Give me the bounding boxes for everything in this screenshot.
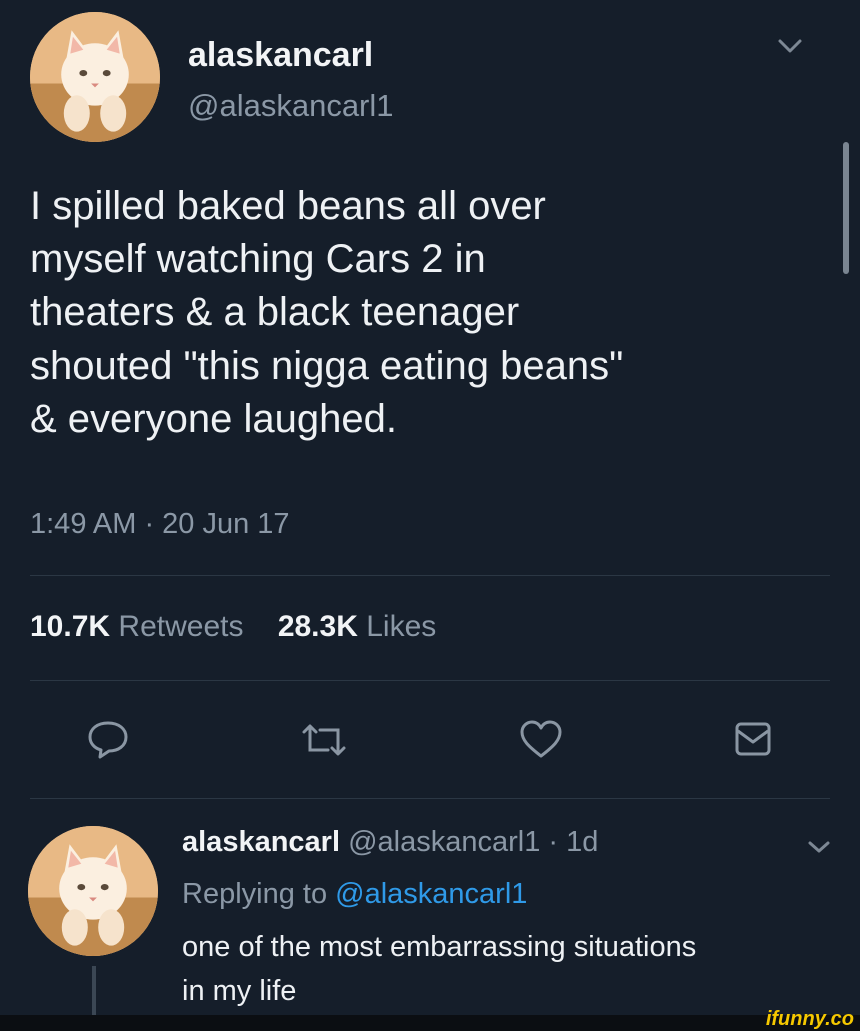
retweets-count: 10.7K: [30, 610, 111, 643]
ifunny-watermark: ifunny.co: [765, 1008, 854, 1030]
heart-icon[interactable]: [518, 718, 564, 760]
tweet-text-line: myself watching Cars 2 in: [30, 237, 486, 282]
tweet-text-line: & everyone laughed.: [30, 396, 397, 441]
retweet-icon[interactable]: [298, 720, 350, 760]
likes-count: 28.3K: [277, 610, 358, 643]
replying-to-prefix: Replying to: [182, 878, 328, 910]
retweets-label: Retweets: [118, 610, 244, 643]
reply-icon[interactable]: [86, 718, 130, 760]
likes-stat[interactable]: 28.3K Likes: [278, 610, 436, 643]
cat-avatar-image: [30, 12, 160, 142]
tweet-stats: 10.7K Retweets 28.3K Likes: [30, 610, 436, 644]
reply-text-line: in my life: [182, 974, 297, 1007]
reply-text: one of the most embarrassing situations …: [182, 926, 832, 1013]
tweet-timestamp[interactable]: 1:49 AM · 20 Jun 17: [30, 508, 290, 541]
display-name[interactable]: alaskancarl: [188, 36, 373, 75]
reply-avatar[interactable]: [28, 826, 158, 956]
chevron-down-icon[interactable]: [776, 36, 804, 56]
reply-display-name[interactable]: alaskancarl: [182, 826, 340, 858]
cat-avatar-image: [28, 826, 158, 956]
tweet-text: I spilled baked beans all over myself wa…: [30, 180, 830, 446]
replying-to-link[interactable]: @alaskancarl1: [335, 878, 527, 910]
reply-text-line: one of the most embarrassing situations: [182, 931, 697, 963]
reply-header: alaskancarl @alaskancarl1 · 1d: [182, 826, 598, 859]
divider: [30, 680, 830, 681]
thread-line: [92, 966, 96, 1016]
user-handle[interactable]: @alaskancarl1: [188, 88, 394, 124]
chevron-down-icon[interactable]: [806, 838, 832, 856]
replying-to: Replying to @alaskancarl1: [182, 878, 527, 911]
likes-label: Likes: [366, 610, 437, 643]
reply-handle[interactable]: @alaskancarl1: [348, 826, 540, 858]
tweet-text-line: theaters & a black teenager: [30, 290, 520, 335]
divider: [30, 798, 830, 799]
divider: [30, 575, 830, 576]
envelope-icon[interactable]: [734, 720, 772, 758]
avatar[interactable]: [30, 12, 160, 142]
reply-age: · 1d: [548, 826, 599, 858]
tweet-text-line: shouted "this nigga eating beans": [30, 343, 624, 388]
tweet-text-line: I spilled baked beans all over: [30, 184, 546, 228]
bottom-bar: [0, 1015, 860, 1031]
scrollbar[interactable]: [843, 142, 849, 274]
retweets-stat[interactable]: 10.7K Retweets: [30, 610, 252, 643]
